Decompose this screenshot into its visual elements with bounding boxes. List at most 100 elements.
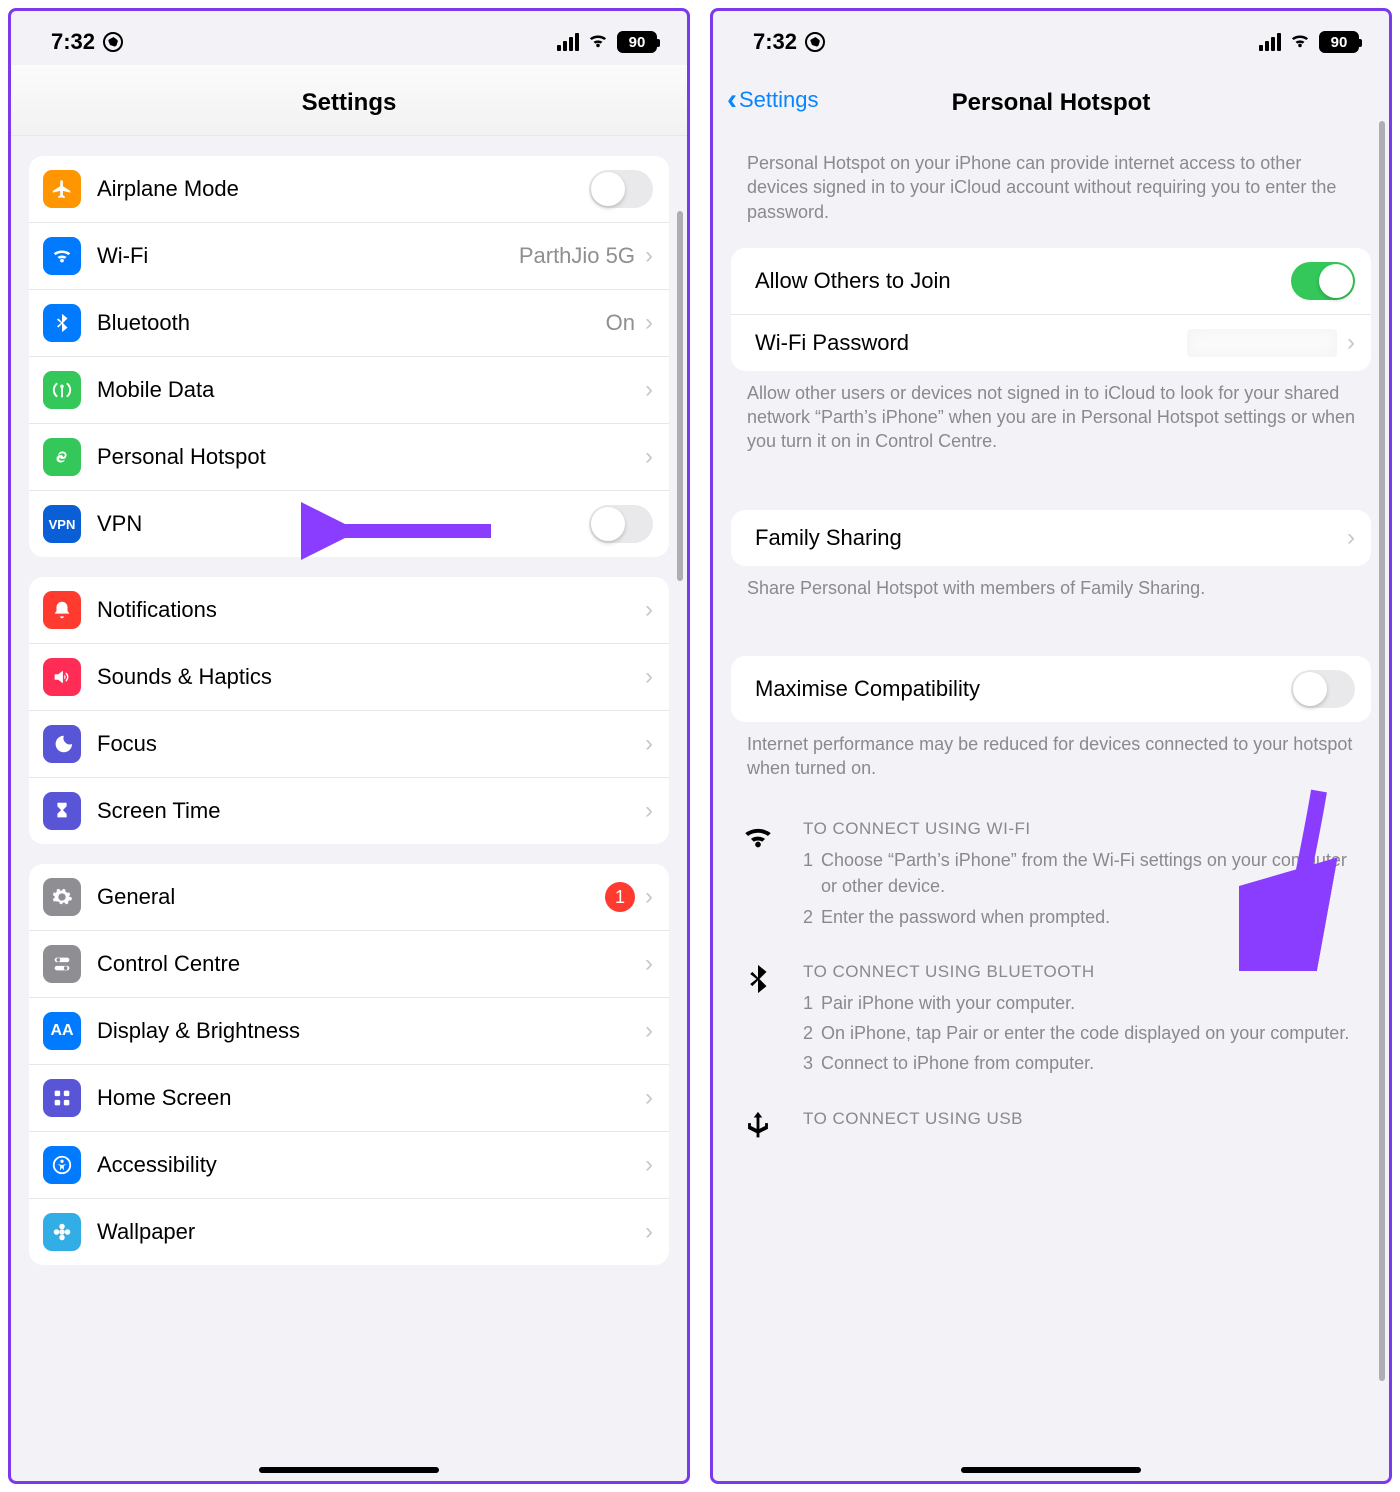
home-indicator[interactable] xyxy=(961,1467,1141,1473)
accessibility-icon xyxy=(43,1146,81,1184)
connect-step: On iPhone, tap Pair or enter the code di… xyxy=(803,1020,1365,1046)
bluetooth-icon xyxy=(737,960,779,1081)
toggles-icon xyxy=(43,945,81,983)
status-bar: 7:32 90 xyxy=(11,11,687,65)
chevron-right-icon: › xyxy=(645,797,653,825)
cellular-icon xyxy=(1259,33,1281,51)
chevron-left-icon: ‹ xyxy=(727,90,737,110)
gear-icon xyxy=(43,878,81,916)
page-title: Personal Hotspot xyxy=(729,89,1373,117)
connect-title: TO CONNECT USING BLUETOOTH xyxy=(803,960,1365,985)
chevron-right-icon: › xyxy=(645,443,653,471)
allow-footer: Allow other users or devices not signed … xyxy=(713,371,1389,470)
status-time: 7:32 xyxy=(753,29,797,55)
row-label: Airplane Mode xyxy=(97,176,589,202)
row-label: Wi-Fi Password xyxy=(755,330,1187,356)
hotspot-icon xyxy=(43,438,81,476)
row-bluetooth[interactable]: Bluetooth On › xyxy=(29,289,669,356)
wifi-status-icon xyxy=(1289,29,1311,55)
row-label: Wallpaper xyxy=(97,1219,645,1245)
allow-others-toggle[interactable] xyxy=(1291,262,1355,300)
row-label: General xyxy=(97,884,605,910)
row-label: Accessibility xyxy=(97,1152,645,1178)
bell-icon xyxy=(43,591,81,629)
chevron-right-icon: › xyxy=(645,950,653,978)
chevron-right-icon: › xyxy=(1347,524,1355,552)
connect-step: Connect to iPhone from computer. xyxy=(803,1050,1365,1076)
row-notifications[interactable]: Notifications › xyxy=(29,577,669,643)
row-wallpaper[interactable]: Wallpaper › xyxy=(29,1198,669,1265)
connect-bluetooth-block: TO CONNECT USING BLUETOOTH Pair iPhone w… xyxy=(713,940,1389,1087)
chevron-right-icon: › xyxy=(645,883,653,911)
screenshot-personal-hotspot: 7:32 90 ‹ Settings Personal Hotspot Pers… xyxy=(710,8,1392,1484)
antenna-icon xyxy=(43,371,81,409)
row-family-sharing[interactable]: Family Sharing › xyxy=(731,510,1371,566)
settings-content[interactable]: Airplane Mode Wi-Fi ParthJio 5G › Blueto… xyxy=(11,136,687,1481)
row-label: Focus xyxy=(97,731,645,757)
back-label: Settings xyxy=(739,87,819,113)
row-accessibility[interactable]: Accessibility › xyxy=(29,1131,669,1198)
row-screen-time[interactable]: Screen Time › xyxy=(29,777,669,844)
row-airplane-mode[interactable]: Airplane Mode xyxy=(29,156,669,222)
hourglass-icon xyxy=(43,792,81,830)
flower-icon xyxy=(43,1213,81,1251)
row-display[interactable]: AA Display & Brightness › xyxy=(29,997,669,1064)
page-title: Settings xyxy=(27,89,671,117)
row-home-screen[interactable]: Home Screen › xyxy=(29,1064,669,1131)
airplane-icon xyxy=(43,170,81,208)
location-icon xyxy=(103,32,123,52)
group-allow-join: Allow Others to Join Wi-Fi Password › xyxy=(731,248,1371,371)
row-wifi[interactable]: Wi-Fi ParthJio 5G › xyxy=(29,222,669,289)
usb-icon xyxy=(737,1107,779,1143)
row-label: Family Sharing xyxy=(755,525,1347,551)
settings-group-general: General 1 › Control Centre › AA Display … xyxy=(29,864,669,1265)
battery-indicator: 90 xyxy=(1319,31,1359,53)
row-allow-others[interactable]: Allow Others to Join xyxy=(731,248,1371,314)
maxcompat-footer: Internet performance may be reduced for … xyxy=(713,722,1389,797)
row-label: Notifications xyxy=(97,597,645,623)
connect-usb-block: TO CONNECT USING USB xyxy=(713,1087,1389,1143)
row-mobile-data[interactable]: Mobile Data › xyxy=(29,356,669,423)
screenshot-settings: 7:32 90 Settings Airplane Mode xyxy=(8,8,690,1484)
battery-indicator: 90 xyxy=(617,31,657,53)
row-vpn[interactable]: VPN VPN xyxy=(29,490,669,557)
back-button[interactable]: ‹ Settings xyxy=(727,87,819,113)
row-label: Allow Others to Join xyxy=(755,268,1291,294)
row-label: Control Centre xyxy=(97,951,645,977)
wifi-status-icon xyxy=(587,29,609,55)
hotspot-content[interactable]: Personal Hotspot on your iPhone can prov… xyxy=(713,135,1389,1481)
moon-icon xyxy=(43,725,81,763)
row-label: Maximise Compatibility xyxy=(755,676,1291,702)
row-focus[interactable]: Focus › xyxy=(29,710,669,777)
status-bar: 7:32 90 xyxy=(713,11,1389,65)
row-wifi-password[interactable]: Wi-Fi Password › xyxy=(731,314,1371,371)
row-maximise-compatibility[interactable]: Maximise Compatibility xyxy=(731,656,1371,722)
family-footer: Share Personal Hotspot with members of F… xyxy=(713,566,1389,616)
row-sounds[interactable]: Sounds & Haptics › xyxy=(29,643,669,710)
nav-header: ‹ Settings Personal Hotspot xyxy=(713,65,1389,135)
scrollbar[interactable] xyxy=(1379,135,1385,1381)
row-label: Display & Brightness xyxy=(97,1018,645,1044)
chevron-right-icon: › xyxy=(645,1084,653,1112)
chevron-right-icon: › xyxy=(645,663,653,691)
row-control-centre[interactable]: Control Centre › xyxy=(29,930,669,997)
row-label: Home Screen xyxy=(97,1085,645,1111)
row-general[interactable]: General 1 › xyxy=(29,864,669,930)
scrollbar[interactable] xyxy=(677,211,683,581)
wifi-icon xyxy=(43,237,81,275)
group-max-compat: Maximise Compatibility xyxy=(731,656,1371,722)
row-label: Personal Hotspot xyxy=(97,444,645,470)
vpn-toggle[interactable] xyxy=(589,505,653,543)
row-detail: On xyxy=(606,310,635,336)
row-personal-hotspot[interactable]: Personal Hotspot › xyxy=(29,423,669,490)
settings-group-alerts: Notifications › Sounds & Haptics › Focus… xyxy=(29,577,669,844)
wifi-icon xyxy=(737,817,779,934)
max-compat-toggle[interactable] xyxy=(1291,670,1355,708)
notification-badge: 1 xyxy=(605,882,635,912)
row-label: Screen Time xyxy=(97,798,645,824)
home-indicator[interactable] xyxy=(259,1467,439,1473)
connect-title: TO CONNECT USING WI-FI xyxy=(803,817,1365,842)
chevron-right-icon: › xyxy=(645,1017,653,1045)
password-value-redacted xyxy=(1187,329,1337,357)
airplane-toggle[interactable] xyxy=(589,170,653,208)
